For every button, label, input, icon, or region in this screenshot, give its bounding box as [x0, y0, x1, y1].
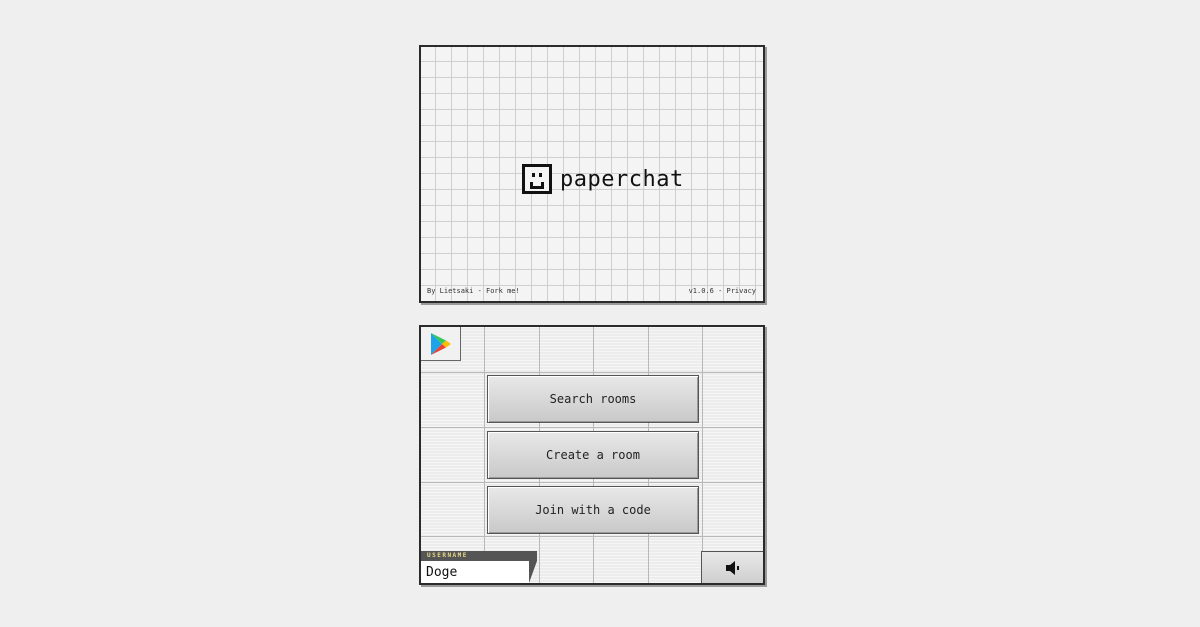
- google-play-button[interactable]: [421, 327, 461, 361]
- speaker-icon: [725, 560, 739, 575]
- join-with-code-button[interactable]: Join with a code: [487, 486, 699, 534]
- smiley-face-icon: [522, 164, 552, 194]
- app-title: paperchat: [560, 166, 684, 192]
- sound-toggle-button[interactable]: [701, 551, 763, 583]
- username-label: USERNAME: [427, 552, 468, 559]
- username-corner-decoration: [529, 561, 537, 583]
- version-privacy-link[interactable]: v1.0.6 - Privacy: [689, 287, 756, 295]
- search-rooms-button[interactable]: Search rooms: [487, 375, 699, 423]
- username-input[interactable]: Doge: [421, 561, 529, 583]
- top-screen: paperchat By Lietsaki - Fork me! v1.0.6 …: [419, 45, 765, 303]
- credit-link[interactable]: By Lietsaki - Fork me!: [427, 287, 520, 295]
- google-play-icon: [430, 332, 451, 355]
- username-box: USERNAME Doge: [421, 551, 537, 583]
- create-room-button[interactable]: Create a room: [487, 431, 699, 479]
- app-logo: paperchat: [522, 164, 684, 194]
- bottom-screen: Search rooms Create a room Join with a c…: [419, 325, 765, 585]
